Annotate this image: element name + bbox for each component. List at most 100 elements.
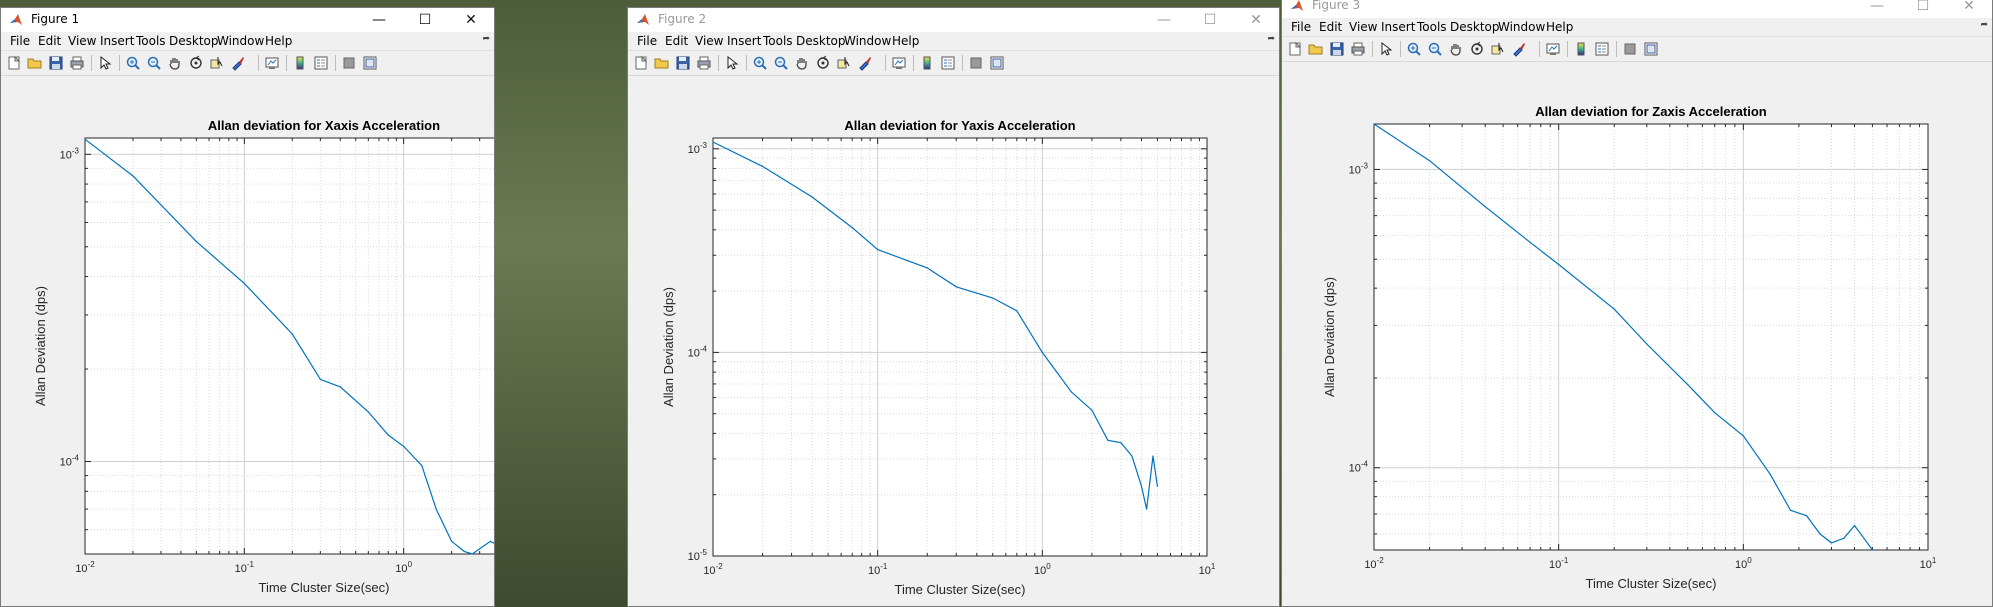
x-tick-label-base: 10 — [1920, 559, 1932, 571]
y-tick-label-exponent: -4 — [700, 344, 708, 353]
property-editor-icon[interactable] — [362, 55, 378, 71]
maximize-button[interactable]: ☐ — [1187, 8, 1233, 32]
data-cursor-icon[interactable] — [1490, 41, 1506, 57]
brush-icon[interactable] — [1511, 41, 1527, 57]
print-icon[interactable] — [69, 55, 85, 71]
zoom-out-icon[interactable] — [773, 55, 789, 71]
menu-edit[interactable]: Edit — [38, 34, 61, 48]
menu-edit[interactable]: Edit — [665, 34, 688, 48]
menu-insert[interactable]: Insert — [1381, 20, 1415, 34]
brush-icon[interactable] — [857, 55, 873, 71]
menu-edit[interactable]: Edit — [1319, 20, 1342, 34]
data-point — [1070, 391, 1072, 393]
title-bar[interactable]: Figure 3 — ☐ ✕ — [1282, 0, 1992, 18]
hide-tools-icon[interactable] — [341, 55, 357, 71]
dock-arrow-icon[interactable]: ➦ — [482, 34, 490, 44]
menu-window[interactable]: Window — [217, 34, 264, 48]
link-plot-icon[interactable] — [891, 55, 907, 71]
rotate-3d-icon[interactable] — [815, 55, 831, 71]
zoom-out-icon[interactable] — [146, 55, 162, 71]
menu-view[interactable]: View — [695, 34, 723, 48]
legend-icon[interactable] — [313, 55, 329, 71]
menu-help[interactable]: Help — [265, 34, 292, 48]
menu-insert[interactable]: Insert — [727, 34, 761, 48]
zoom-in-icon[interactable] — [752, 55, 768, 71]
pan-hand-icon[interactable] — [794, 55, 810, 71]
maximize-button[interactable]: ☐ — [402, 8, 448, 32]
colorbar-icon[interactable] — [292, 55, 308, 71]
menu-file[interactable]: File — [10, 34, 30, 48]
zoom-in-icon[interactable] — [1406, 41, 1422, 57]
close-button[interactable]: ✕ — [1233, 8, 1279, 32]
new-figure-icon[interactable] — [1287, 41, 1303, 57]
close-button[interactable]: ✕ — [448, 8, 494, 32]
dock-arrow-icon[interactable]: ➦ — [1980, 20, 1988, 30]
property-editor-icon[interactable] — [989, 55, 1005, 71]
zoom-in-icon[interactable] — [125, 55, 141, 71]
menu-help[interactable]: Help — [892, 34, 919, 48]
menu-help[interactable]: Help — [1546, 20, 1573, 34]
maximize-button[interactable]: ☐ — [1900, 0, 1946, 18]
select-arrow-icon[interactable] — [724, 55, 740, 71]
rotate-3d-icon[interactable] — [1469, 41, 1485, 57]
menu-desktop[interactable]: Desktop — [1450, 20, 1500, 34]
colorbar-icon[interactable] — [919, 55, 935, 71]
new-figure-icon[interactable] — [6, 55, 22, 71]
title-bar[interactable]: Figure 2 — ☐ ✕ — [628, 8, 1279, 32]
menu-tools[interactable]: Tools — [136, 34, 166, 48]
print-icon[interactable] — [696, 55, 712, 71]
title-bar[interactable]: Figure 1 — ☐ ✕ — [1, 8, 494, 32]
save-icon[interactable] — [48, 55, 64, 71]
data-point — [1152, 455, 1154, 457]
hide-tools-icon[interactable] — [968, 55, 984, 71]
hide-tools-icon[interactable] — [1622, 41, 1638, 57]
toolbar-separator — [91, 55, 92, 71]
menu-desktop[interactable]: Desktop — [169, 34, 219, 48]
pan-hand-icon[interactable] — [167, 55, 183, 71]
data-cursor-icon[interactable] — [209, 55, 225, 71]
menu-file[interactable]: File — [1291, 20, 1311, 34]
figure-window-2[interactable]: Figure 2 — ☐ ✕ File Edit View Insert Too… — [627, 7, 1280, 607]
brush-icon[interactable] — [230, 55, 246, 71]
legend-icon[interactable] — [940, 55, 956, 71]
pan-hand-icon[interactable] — [1448, 41, 1464, 57]
data-point — [463, 550, 465, 552]
legend-icon[interactable] — [1594, 41, 1610, 57]
data-cursor-icon[interactable] — [836, 55, 852, 71]
dock-arrow-icon[interactable]: ➦ — [1267, 34, 1275, 44]
property-editor-icon[interactable] — [1643, 41, 1659, 57]
colorbar-icon[interactable] — [1573, 41, 1589, 57]
open-file-icon[interactable] — [1308, 41, 1324, 57]
data-point — [1714, 412, 1716, 414]
close-button[interactable]: ✕ — [1946, 0, 1992, 18]
link-plot-icon[interactable] — [1545, 41, 1561, 57]
save-icon[interactable] — [1329, 41, 1345, 57]
menu-tools[interactable]: Tools — [763, 34, 793, 48]
menu-window[interactable]: Window — [844, 34, 891, 48]
x-tick-label: 100 — [395, 560, 412, 575]
open-file-icon[interactable] — [654, 55, 670, 71]
menu-tools[interactable]: Tools — [1417, 20, 1447, 34]
rotate-3d-icon[interactable] — [188, 55, 204, 71]
menu-view[interactable]: View — [68, 34, 96, 48]
zoom-out-icon[interactable] — [1427, 41, 1443, 57]
minimize-button[interactable]: — — [356, 8, 402, 32]
data-point — [1140, 485, 1143, 487]
minimize-button[interactable]: — — [1141, 8, 1187, 32]
save-icon[interactable] — [675, 55, 691, 71]
x-tick-label-exponent: -1 — [247, 560, 255, 569]
menu-insert[interactable]: Insert — [100, 34, 134, 48]
select-arrow-icon[interactable] — [97, 55, 113, 71]
menu-view[interactable]: View — [1349, 20, 1377, 34]
new-figure-icon[interactable] — [633, 55, 649, 71]
print-icon[interactable] — [1350, 41, 1366, 57]
link-plot-icon[interactable] — [264, 55, 280, 71]
figure-window-1[interactable]: Figure 1 — ☐ ✕ File Edit View Insert Too… — [0, 7, 495, 607]
open-file-icon[interactable] — [27, 55, 43, 71]
menu-window[interactable]: Window — [1498, 20, 1545, 34]
minimize-button[interactable]: — — [1854, 0, 1900, 18]
menu-desktop[interactable]: Desktop — [796, 34, 846, 48]
figure-window-3[interactable]: Figure 3 — ☐ ✕ File Edit View Insert Too… — [1281, 0, 1993, 607]
select-arrow-icon[interactable] — [1378, 41, 1394, 57]
menu-file[interactable]: File — [637, 34, 657, 48]
